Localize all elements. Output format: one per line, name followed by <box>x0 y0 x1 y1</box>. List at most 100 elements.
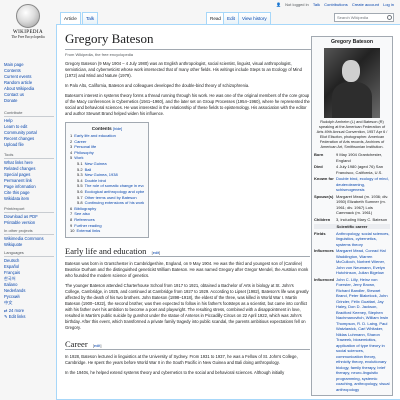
infobox-label-children: Children <box>314 216 331 222</box>
tab-view-history[interactable]: View history <box>238 12 271 24</box>
toc-item-label: New Guinea <box>84 160 107 166</box>
infobox-section-scientific-career: Scientific career <box>314 223 390 229</box>
section-edit-early-life[interactable]: [edit] <box>152 250 161 255</box>
sidebar-main-nav: Main page Contents Current events Random… <box>4 62 54 104</box>
sidebar-item-upload-file[interactable]: Upload file <box>4 142 54 148</box>
infobox-value-fields[interactable]: Anthropology, social sciences, linguisti… <box>336 231 390 248</box>
toc-item-label: Personal life <box>74 144 97 150</box>
infobox-value-influences[interactable]: Margaret Mead, Conrad Hal Waddington, Wa… <box>336 248 390 276</box>
search-input[interactable]: Search Wikipedia <box>334 13 394 22</box>
sidebar-contribute: Contribute Help Learn to edit Community … <box>4 110 54 148</box>
infobox-row-fields: Fields Anthropology, social sciences, li… <box>314 230 390 248</box>
page-tabs: Article Talk Read Edit View history Sear… <box>56 12 400 24</box>
sidebar-item-wikiquote[interactable]: Wikiquote <box>4 242 54 248</box>
toc-item-number: 5.6 <box>77 188 83 194</box>
photo-caption: Rudolph Arnheim (L) and Bateson (R) spea… <box>316 119 388 149</box>
toc-item-number: 5.7 <box>77 194 83 200</box>
tab-talk[interactable]: Talk <box>82 12 99 24</box>
sidebar-tools: Tools What links here Related changes Sp… <box>4 152 54 202</box>
infobox-label-born: Born <box>314 152 324 157</box>
lead-paragraph-1: Gregory Bateson (9 May 1904 – 4 July 198… <box>65 61 302 78</box>
infobox-row-children: Children 3, including Mary C. Bateson <box>314 216 390 223</box>
sidebar-item-printable-version[interactable]: Printable version <box>4 220 54 226</box>
toc-item-number: 3 <box>70 144 73 150</box>
infobox-label-spouses: Spouse(s) <box>314 193 334 199</box>
tab-article[interactable]: Article <box>60 12 81 24</box>
toc-item-label: Early life and education <box>74 133 116 138</box>
section-title-early-life: Early life and education <box>65 245 147 256</box>
toc-heading: Contents <box>91 126 112 131</box>
portrait-face <box>342 59 360 82</box>
toc-item-number: 1 <box>70 133 73 138</box>
toc-item[interactable]: 10 External links <box>70 228 144 234</box>
create-account-link[interactable]: Create account <box>352 2 379 7</box>
toc-item-number: 9 <box>70 222 73 228</box>
section-edit-career[interactable]: [edit] <box>93 343 102 348</box>
edit-link[interactable]: edit <box>153 250 159 255</box>
toc-title: Contents [hide] <box>70 126 144 131</box>
sidebar-heading-other-projects: In other projects <box>4 228 54 235</box>
logo-tagline: The Free Encyclopedia <box>11 35 45 39</box>
log-in-link[interactable]: Log in <box>383 2 394 7</box>
sidebar-heading-tools: Tools <box>4 152 54 159</box>
search-icon[interactable] <box>387 15 392 20</box>
user-icon: 👤 <box>276 2 282 7</box>
toc-hide-toggle[interactable]: [hide] <box>113 127 122 131</box>
sidebar-other-projects: In other projects Wikimedia Commons Wiki… <box>4 228 54 248</box>
infobox-value-influenced[interactable]: John C. Lilly, Heinz von Foerster, Jerry… <box>336 277 390 393</box>
toc-item-label: Bali <box>84 166 92 172</box>
toc-item-number: 5.8 <box>77 200 83 206</box>
sidebar-heading-print: Print/export <box>4 206 54 213</box>
section-heading-early-life: Early life and education [edit] <box>65 246 310 257</box>
toc-item-label: See also <box>74 211 90 217</box>
portrait-body <box>332 81 372 118</box>
edit-links-button[interactable]: ✎ Edit links <box>4 314 54 320</box>
sidebar-item-donate[interactable]: Donate <box>4 98 54 104</box>
infobox-label-fields: Fields <box>314 230 326 236</box>
sidebar-lang-zh[interactable]: 中文 <box>4 300 54 306</box>
infobox-row-born: Born 9 May 1904 Grantchester, England <box>314 152 390 164</box>
toc-item-number: 5.1 <box>77 160 83 166</box>
tab-edit[interactable]: Edit <box>223 12 239 24</box>
contributions-link[interactable]: Contributions <box>324 2 348 7</box>
toc-item-label: New Guinea, 1938 <box>84 172 118 178</box>
toc-item-number: 5.2 <box>77 166 83 172</box>
toc-item-number: 5.5 <box>77 183 83 189</box>
infobox-label-influenced: Influenced <box>314 276 335 282</box>
sidebar-item-wikidata-item[interactable]: Wikidata item <box>4 196 54 202</box>
toc-item-label: The role of somatic change in evolution <box>84 183 144 189</box>
search-placeholder: Search Wikipedia <box>337 15 369 20</box>
infobox-row-spouses: Spouse(s) Margaret Mead (m. 1936; div. 1… <box>314 193 390 216</box>
toc-item-label: Other terms used by Bateson <box>84 194 137 200</box>
wikipedia-logo[interactable]: WIKIPEDIA The Free Encyclopedia <box>9 4 47 54</box>
infobox-row-influences: Influences Margaret Mead, Conrad Hal Wad… <box>314 248 390 277</box>
talk-link[interactable]: Talk <box>313 2 320 7</box>
personal-tools: 👤 Not logged in Talk Contributions Creat… <box>273 2 394 7</box>
infobox-value-known-for[interactable]: Double bind, ecology of mind, deuterolea… <box>336 176 390 193</box>
edit-link[interactable]: edit <box>94 343 100 348</box>
infobox-row-known-for: Known for Double bind, ecology of mind, … <box>314 176 390 194</box>
globe-icon <box>16 4 40 28</box>
toc-item-number: 8 <box>70 216 73 222</box>
toc-item-number: 5 <box>70 155 73 161</box>
lead-paragraph-2: In Palo Alto, California, Bateson and co… <box>65 83 250 88</box>
toc-list: 1 Early life and education 2 Career 3 Persona… <box>70 133 144 234</box>
career-paragraph-2: In the 1940s, he helped extend systems t… <box>65 369 285 375</box>
toc-item-number: 4 <box>70 149 73 155</box>
not-logged-in-label: Not logged in <box>285 2 309 7</box>
toc-item-label: Continuing extensions of his work <box>84 200 144 206</box>
toc-item-label: Philosophy <box>74 149 94 155</box>
infobox-label-died: Died <box>314 164 323 169</box>
infobox-label-known-for: Known for <box>314 176 334 181</box>
sidebar-heading-contribute: Contribute <box>4 110 54 117</box>
table-of-contents: Contents [hide] 1 Early life and educatio… <box>65 122 149 238</box>
lead-paragraph-3: Bateson's interest in systems theory for… <box>65 93 310 116</box>
toc-item-label: Further reading <box>74 222 102 228</box>
toc-item-number: 2 <box>70 138 73 144</box>
toc-item-number: 5.3 <box>77 172 83 178</box>
toc-item-label: Double bind <box>84 177 106 183</box>
sidebar-print-export: Print/export Download as PDF Printable v… <box>4 206 54 226</box>
infobox-value-spouses: Margaret Mead (m. 1936; div. 1950) Eliza… <box>336 193 389 216</box>
edit-links-label: Edit links <box>8 314 26 319</box>
portrait-photo[interactable] <box>324 47 380 118</box>
